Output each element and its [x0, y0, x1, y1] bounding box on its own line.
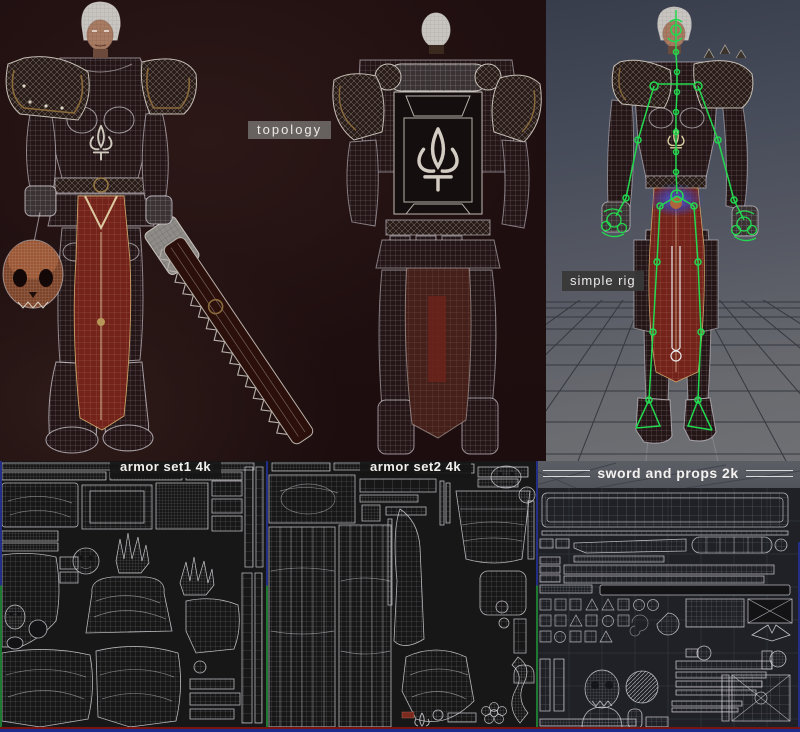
front-pauldron-right: [141, 59, 196, 114]
chainsword: [143, 215, 318, 451]
front-pauldron-left: [6, 57, 89, 120]
uv-blade-island: [574, 539, 686, 553]
character-front-wireframe: [0, 0, 330, 461]
label-rule-right: [746, 470, 793, 477]
backpack: [375, 64, 501, 214]
uv-disc-island: [626, 671, 658, 703]
back-pauldron-left: [333, 74, 384, 140]
uv-islands-armor2: [266, 461, 536, 732]
uv-islands-sword-props: [536, 461, 800, 732]
uv-flower-island: [482, 703, 507, 724]
uv-sheet-armor1: armor set1 4k: [0, 461, 266, 732]
portfolio-breakdown-sheet: topology: [0, 0, 800, 732]
uv-islands-armor1: [0, 461, 266, 732]
character-rigged-viewport: [546, 0, 800, 461]
back-head: [422, 13, 450, 54]
uv-skull-island: [585, 670, 619, 708]
uv-hand-island: [180, 557, 214, 595]
back-pauldron-right: [492, 75, 541, 142]
back-tabard: [405, 252, 471, 438]
uv-sheet-armor2: armor set2 4k: [266, 461, 536, 732]
armor-set1-label: armor set1 4k: [110, 461, 221, 478]
uv-aquila-island: [752, 625, 790, 641]
sword-props-label-row: sword and props 2k: [536, 465, 800, 481]
uv3-islands: [540, 493, 792, 729]
uv2-islands: [269, 463, 535, 727]
topology-render-panel: topology: [0, 0, 546, 461]
simple-rig-label: simple rig: [562, 271, 644, 291]
character-back-wireframe: [330, 0, 546, 461]
rig-viewport-panel: simple rig: [546, 0, 800, 461]
uv-skull-island: [5, 605, 25, 629]
uv-face-island: [491, 466, 521, 488]
uv-sheet-sword-props: sword and props 2k: [536, 461, 800, 732]
armor-set2-label: armor set2 4k: [360, 461, 471, 478]
sword-props-label: sword and props 2k: [597, 465, 738, 481]
topology-label: topology: [248, 121, 331, 139]
front-tabard: [74, 196, 131, 430]
label-rule-left: [543, 470, 590, 477]
front-head: [82, 2, 120, 58]
uv-small-parts: [540, 599, 659, 643]
uv-fan-island: [657, 613, 679, 635]
uv-hand-island: [116, 533, 149, 573]
uv1-islands: [2, 463, 263, 727]
